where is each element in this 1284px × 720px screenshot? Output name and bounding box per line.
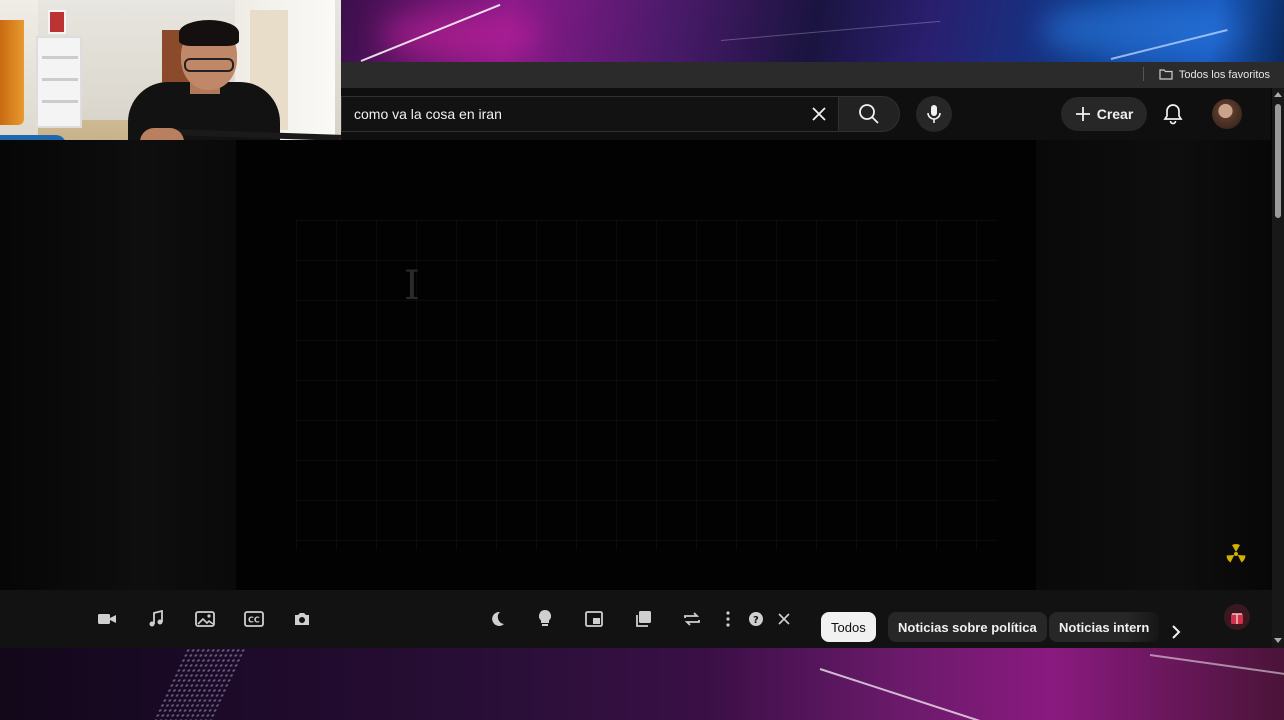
masthead: como va la cosa en iran Crear — [341, 88, 1271, 140]
camera-icon — [295, 613, 309, 625]
chip-todos[interactable]: Todos — [821, 612, 876, 642]
moon-icon — [492, 611, 504, 626]
scroll-down-icon[interactable] — [1274, 638, 1282, 643]
chevron-right-icon — [1172, 625, 1181, 639]
copy-icon — [636, 611, 651, 627]
video-player[interactable] — [236, 140, 1036, 590]
clear-search-button[interactable] — [804, 99, 834, 129]
image-button[interactable] — [193, 607, 217, 631]
radiation-icon — [1226, 544, 1246, 564]
chip-label: Noticias sobre política — [898, 619, 1037, 635]
all-bookmarks-button[interactable]: Todos los favoritos — [1159, 62, 1270, 88]
all-bookmarks-label: Todos los favoritos — [1178, 69, 1270, 81]
copy-button[interactable] — [631, 607, 655, 631]
search-button[interactable] — [838, 96, 900, 132]
lightbulb-icon — [538, 609, 552, 626]
close-toolbar-button[interactable] — [772, 607, 796, 631]
chip-label: Noticias intern — [1059, 619, 1150, 635]
video-left-panel — [0, 140, 236, 590]
help-icon: ? — [749, 612, 763, 626]
create-label: Crear — [1096, 106, 1134, 122]
mic-icon — [927, 105, 941, 123]
captions-button[interactable]: CC — [242, 607, 266, 631]
close-icon — [778, 613, 790, 625]
folder-icon — [1159, 68, 1173, 83]
video-camera-button[interactable] — [95, 607, 119, 631]
search-icon — [859, 104, 879, 124]
screenshot-button[interactable] — [290, 607, 314, 631]
player-toolbar: CC ? Todos Noticias sobre política Notic… — [0, 590, 1272, 648]
close-icon — [812, 107, 826, 121]
search-input[interactable]: como va la cosa en iran — [354, 106, 804, 122]
video-camera-icon — [98, 614, 116, 624]
image-icon — [195, 611, 215, 627]
create-button[interactable]: Crear — [1061, 97, 1147, 131]
music-button[interactable] — [144, 607, 168, 631]
notifications-button[interactable] — [1155, 96, 1191, 132]
voice-search-button[interactable] — [916, 96, 952, 132]
chip-international-news[interactable]: Noticias intern — [1049, 612, 1159, 642]
scroll-up-icon[interactable] — [1274, 92, 1282, 97]
svg-text:CC: CC — [248, 616, 260, 625]
search-box[interactable]: como va la cosa en iran — [341, 96, 838, 132]
more-button[interactable] — [716, 607, 740, 631]
picture-in-picture-icon — [585, 611, 603, 627]
pip-button[interactable] — [582, 607, 606, 631]
text-cursor-icon: I — [404, 263, 420, 309]
music-note-icon — [149, 610, 163, 627]
wallpaper-top — [341, 0, 1284, 62]
scroll-thumb[interactable] — [1275, 104, 1281, 218]
chips-next-button[interactable] — [1164, 620, 1188, 644]
closed-captions-icon: CC — [244, 611, 264, 627]
extension-button[interactable] — [1224, 604, 1250, 630]
wallpaper-bottom — [0, 648, 1284, 720]
bookmarks-bar: Todos los favoritos — [341, 62, 1284, 88]
plus-icon — [1075, 107, 1090, 121]
repeat-button[interactable] — [680, 607, 704, 631]
help-button[interactable]: ? — [744, 607, 768, 631]
page-scrollbar[interactable] — [1272, 88, 1284, 648]
svg-text:?: ? — [753, 615, 759, 626]
avatar[interactable] — [1212, 99, 1242, 129]
dark-mode-button[interactable] — [485, 607, 509, 631]
repeat-icon — [684, 612, 700, 626]
bell-icon — [1163, 104, 1183, 125]
gift-icon — [1231, 613, 1243, 624]
video-right-panel — [1036, 140, 1272, 590]
lights-button[interactable] — [533, 607, 557, 631]
chip-politics-news[interactable]: Noticias sobre política — [888, 612, 1047, 642]
more-vertical-icon — [726, 611, 730, 627]
chip-label: Todos — [831, 619, 866, 635]
